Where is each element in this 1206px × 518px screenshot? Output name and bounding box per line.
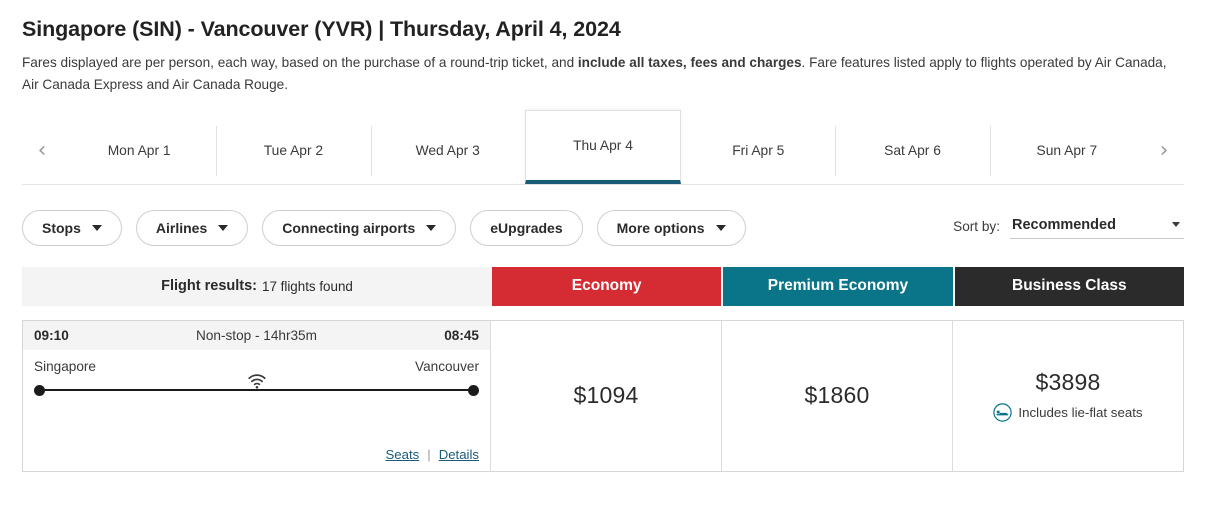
fare-disclaimer-emphasis: include all taxes, fees and charges	[577, 54, 802, 70]
fare-cell-premium-economy[interactable]: $1860	[721, 320, 952, 471]
origin-city: Singapore	[34, 358, 96, 374]
arrival-time: 08:45	[444, 327, 479, 343]
date-tab-thu-apr-4[interactable]: Thu Apr 4	[524, 109, 682, 184]
filter-label: More options	[616, 219, 705, 236]
page-title: Singapore (SIN) - Vancouver (YVR) | Thur…	[22, 17, 621, 41]
destination-city: Vancouver	[415, 358, 479, 374]
cabin-class-header-bar: Flight results: 17 flights found Economy…	[22, 266, 1184, 306]
flight-times-strip: 09:10 Non-stop - 14hr35m 08:45	[23, 320, 490, 350]
flight-results-page: Singapore (SIN) - Vancouver (YVR) | Thur…	[0, 0, 1206, 518]
date-tab-label: Mon Apr 1	[107, 143, 171, 159]
route-origin-dot-icon	[34, 384, 45, 396]
fare-price: $1094	[573, 382, 639, 409]
flight-cities: Singapore Vancouver	[34, 350, 479, 374]
cabin-tab-premium-economy[interactable]: Premium Economy	[721, 266, 953, 306]
links-separator: |	[427, 446, 431, 462]
route-destination-dot-icon	[468, 384, 479, 396]
previous-dates-arrow-icon[interactable]: ‹	[22, 118, 62, 184]
chevron-down-icon	[715, 224, 726, 231]
lie-flat-seat-icon	[993, 403, 1013, 423]
cabin-tab-label: Economy	[571, 277, 642, 295]
seats-link[interactable]: Seats	[386, 447, 420, 462]
fare-price: $3898	[1035, 369, 1101, 396]
filter-label: Airlines	[155, 219, 208, 236]
sort-control: Sort by: Recommended	[953, 217, 1184, 239]
fare-disclaimer: Fares displayed are per person, each way…	[22, 52, 1184, 96]
date-tab-fri-apr-5[interactable]: Fri Apr 5	[681, 118, 835, 184]
flight-duration: Non-stop - 14hr35m	[196, 327, 317, 343]
departure-time: 09:10	[34, 327, 69, 343]
date-tab-label: Fri Apr 5	[732, 143, 785, 159]
filter-stops-button[interactable]: Stops	[22, 209, 122, 246]
flight-itinerary-panel: 09:10 Non-stop - 14hr35m 08:45 Singapore…	[23, 320, 491, 471]
chevron-down-icon	[426, 224, 437, 231]
flight-results-count: 17 flights found	[262, 278, 353, 294]
date-tab-sun-apr-7[interactable]: Sun Apr 7	[989, 118, 1144, 184]
sort-by-select[interactable]: Recommended	[1010, 217, 1184, 239]
date-tab-label: Thu Apr 4	[573, 137, 633, 153]
fare-price: $1860	[804, 382, 870, 409]
itinerary-links: Seats | Details	[386, 447, 479, 462]
cabin-tab-economy[interactable]: Economy	[492, 266, 722, 306]
flight-route-body: Singapore Vancouver Seats | Details	[23, 350, 490, 471]
wifi-icon	[247, 373, 267, 389]
date-tab-label: Wed Apr 3	[415, 143, 480, 159]
flight-results-summary: Flight results: 17 flights found	[22, 266, 492, 306]
chevron-down-icon	[1172, 222, 1180, 228]
route-line-graphic	[34, 374, 479, 396]
sort-by-value: Recommended	[1012, 216, 1116, 233]
fare-perk-label: Includes lie-flat seats	[1018, 405, 1143, 421]
cabin-tab-label: Premium Economy	[767, 277, 909, 295]
date-tab-label: Sat Apr 6	[884, 143, 941, 159]
sort-by-label: Sort by:	[953, 218, 1000, 234]
cabin-tab-label: Business Class	[1012, 277, 1127, 295]
fare-cell-economy[interactable]: $1094	[491, 321, 721, 471]
filter-connecting-airports-button[interactable]: Connecting airports	[262, 209, 457, 246]
chevron-down-icon	[218, 224, 229, 231]
fare-disclaimer-part1: Fares displayed are per person, each way…	[22, 54, 578, 70]
next-dates-arrow-icon[interactable]: ›	[1144, 118, 1184, 184]
date-tab-label: Tue Apr 2	[263, 143, 324, 159]
filter-label: Stops	[42, 219, 81, 236]
chevron-down-icon	[91, 224, 102, 231]
filter-label: eUpgrades	[490, 219, 563, 236]
date-tab-wed-apr-3[interactable]: Wed Apr 3	[370, 118, 525, 184]
date-tab-tue-apr-2[interactable]: Tue Apr 2	[216, 118, 370, 184]
filter-eupgrades-button[interactable]: eUpgrades	[470, 209, 583, 246]
filter-airlines-button[interactable]: Airlines	[135, 209, 249, 246]
flight-results-label: Flight results:	[161, 278, 258, 295]
flight-result-row: 09:10 Non-stop - 14hr35m 08:45 Singapore…	[22, 319, 1184, 472]
filter-toolbar: Stops Airlines Connecting airports eUpgr…	[22, 207, 1184, 249]
date-tab-label: Sun Apr 7	[1036, 143, 1098, 159]
date-tab-sat-apr-6[interactable]: Sat Apr 6	[835, 118, 989, 184]
fare-perk: Includes lie-flat seats	[993, 403, 1143, 423]
date-selector-strip: ‹ Mon Apr 1 Tue Apr 2 Wed Apr 3 Thu Apr …	[22, 109, 1184, 185]
date-tab-mon-apr-1[interactable]: Mon Apr 1	[62, 118, 216, 184]
filter-more-options-button[interactable]: More options	[596, 209, 746, 246]
route-line-bar	[40, 388, 473, 391]
details-link[interactable]: Details	[439, 447, 479, 462]
fare-cell-business-class[interactable]: $3898 Includes lie-flat seats	[952, 320, 1183, 471]
date-tabs: Mon Apr 1 Tue Apr 2 Wed Apr 3 Thu Apr 4 …	[62, 109, 1144, 184]
cabin-tab-business-class[interactable]: Business Class	[952, 266, 1184, 306]
filter-label: Connecting airports	[282, 219, 416, 236]
